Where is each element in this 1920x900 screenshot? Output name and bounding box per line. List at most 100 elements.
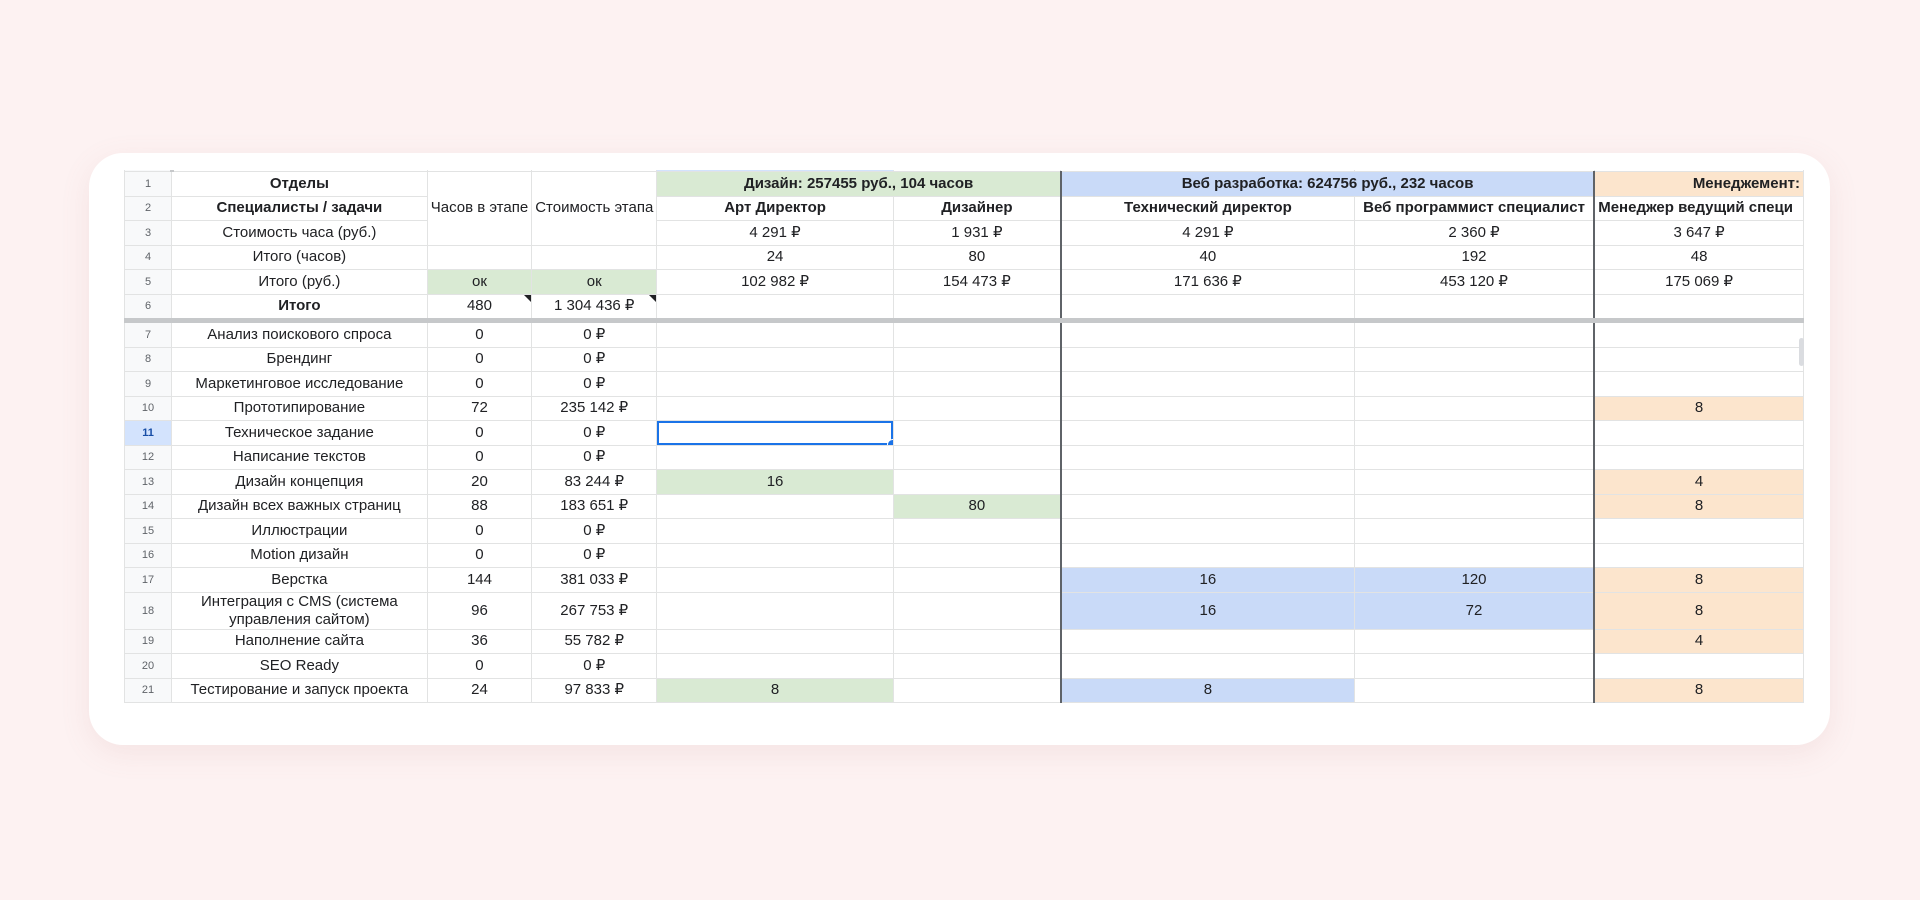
cell-manager-hours[interactable]: 8	[1593, 395, 1804, 421]
cell-web-dev-hours[interactable]	[1353, 444, 1595, 470]
cell-task-name[interactable]: Наполнение сайта	[171, 628, 428, 654]
row-number[interactable]: 5	[124, 269, 173, 295]
cell-designer-hours[interactable]	[892, 469, 1062, 495]
cell-hours-total[interactable]: 48	[1593, 244, 1804, 270]
cell-web-dev-hours[interactable]	[1353, 395, 1595, 421]
fill-handle[interactable]	[886, 438, 893, 445]
cell-specialists-label[interactable]: Специалисты / задачи	[171, 195, 428, 221]
cell-web-dev-hours[interactable]	[1353, 420, 1595, 446]
row-number[interactable]: 9	[124, 371, 173, 397]
cell-hours-total[interactable]: 80	[892, 244, 1062, 270]
cell-tech-director-hours[interactable]	[1059, 493, 1355, 519]
cell-web-dev-hours[interactable]: 72	[1353, 591, 1595, 630]
cell-web-dev-hours[interactable]: 120	[1353, 567, 1595, 593]
row-number[interactable]: 2	[124, 195, 173, 221]
cell-art-director-hours[interactable]	[656, 653, 894, 679]
cell-manager-hours[interactable]	[1593, 320, 1804, 348]
cell-tech-director-hours[interactable]	[1059, 628, 1355, 654]
cell-task-hours[interactable]: 0	[426, 653, 533, 679]
row-number[interactable]: 11	[124, 420, 173, 446]
cell-task-cost[interactable]: 0 ₽	[531, 518, 658, 544]
cell-specialist-name[interactable]: Менеджер ведущий специ	[1593, 195, 1804, 221]
cell-designer-hours[interactable]: 80	[892, 493, 1062, 519]
cell-manager-hours[interactable]	[1593, 444, 1804, 470]
cell-manager-hours[interactable]	[1593, 542, 1804, 568]
cell-tech-director-hours[interactable]: 16	[1059, 591, 1355, 630]
cell-empty[interactable]	[1353, 293, 1595, 323]
cell-art-director-hours[interactable]: 16	[656, 469, 894, 495]
cell-stage-cost-header[interactable]: Стоимость этапа	[531, 171, 658, 246]
cell-task-name[interactable]: Прототипирование	[171, 395, 428, 421]
row-number[interactable]: 19	[124, 628, 173, 654]
cell-task-cost[interactable]: 381 033 ₽	[531, 567, 658, 593]
cell-task-hours[interactable]: 144	[426, 567, 533, 593]
cell-rate[interactable]: 4 291 ₽	[656, 220, 894, 246]
cell-web-dev-hours[interactable]	[1353, 346, 1595, 372]
cell-tech-director-hours[interactable]	[1059, 320, 1355, 348]
cell-rate[interactable]: 1 931 ₽	[892, 220, 1062, 246]
cell-task-cost[interactable]: 0 ₽	[531, 420, 658, 446]
cell-specialist-name[interactable]: Технический директор	[1059, 195, 1355, 221]
cell-ok-hours[interactable]: ок	[426, 269, 533, 295]
cell-task-name[interactable]: Анализ поискового спроса	[171, 320, 428, 348]
cell-web-dev-hours[interactable]	[1353, 677, 1595, 703]
cell-rate[interactable]: 3 647 ₽	[1593, 220, 1804, 246]
cell-task-name[interactable]: Интеграция с CMS (система управления сай…	[171, 591, 428, 630]
cell-designer-hours[interactable]	[892, 395, 1062, 421]
cell-rub-total[interactable]: 453 120 ₽	[1353, 269, 1595, 295]
cell-web-group-header[interactable]: Веб разработка: 624756 руб., 232 часов	[1059, 171, 1595, 197]
cell-total-hours-label[interactable]: Итого (часов)	[171, 244, 428, 270]
cell-designer-hours[interactable]	[892, 653, 1062, 679]
cell-tech-director-hours[interactable]: 16	[1059, 567, 1355, 593]
cell-empty[interactable]	[892, 293, 1062, 323]
row-number[interactable]: 10	[124, 395, 173, 421]
cell-task-cost[interactable]: 55 782 ₽	[531, 628, 658, 654]
cell-art-director-hours[interactable]	[656, 628, 894, 654]
cell-total-label[interactable]: Итого	[171, 293, 428, 323]
cell-web-dev-hours[interactable]	[1353, 493, 1595, 519]
cell-task-cost[interactable]: 183 651 ₽	[531, 493, 658, 519]
cell-art-director-hours[interactable]	[656, 395, 894, 421]
cell-grand-total-cost[interactable]: 1 304 436 ₽	[531, 293, 658, 323]
cell-manager-hours[interactable]	[1593, 420, 1804, 446]
row-number[interactable]: 21	[124, 677, 173, 703]
cell-art-director-hours[interactable]	[656, 346, 894, 372]
cell-art-director-hours[interactable]	[656, 444, 894, 470]
cell-hours-total[interactable]: 192	[1353, 244, 1595, 270]
cell-task-hours[interactable]: 20	[426, 469, 533, 495]
cell-manager-hours[interactable]	[1593, 653, 1804, 679]
cell-designer-hours[interactable]	[892, 518, 1062, 544]
cell-hours-total[interactable]: 24	[656, 244, 894, 270]
cell-task-name[interactable]: Техническое задание	[171, 420, 428, 446]
cell-designer-hours[interactable]	[892, 420, 1062, 446]
cell-art-director-hours[interactable]	[656, 542, 894, 568]
cell-task-name[interactable]: Верстка	[171, 567, 428, 593]
cell-tech-director-hours[interactable]	[1059, 346, 1355, 372]
cell-task-cost[interactable]: 0 ₽	[531, 371, 658, 397]
cell-empty[interactable]	[656, 293, 894, 323]
cell-task-hours[interactable]: 0	[426, 320, 533, 348]
cell-task-name[interactable]: Дизайн всех важных страниц	[171, 493, 428, 519]
row-number[interactable]: 15	[124, 518, 173, 544]
cell-designer-hours[interactable]	[892, 591, 1062, 630]
row-number[interactable]: 7	[124, 320, 173, 348]
cell-task-name[interactable]: Маркетинговое исследование	[171, 371, 428, 397]
cell-task-hours[interactable]: 24	[426, 677, 533, 703]
cell-tech-director-hours[interactable]	[1059, 371, 1355, 397]
cell-designer-hours[interactable]	[892, 628, 1062, 654]
cell-art-director-hours[interactable]	[656, 591, 894, 630]
cell-task-hours[interactable]: 88	[426, 493, 533, 519]
cell-task-name[interactable]: Дизайн концепция	[171, 469, 428, 495]
cell-rate[interactable]: 2 360 ₽	[1353, 220, 1595, 246]
cell-art-director-hours[interactable]	[656, 420, 894, 446]
cell-art-director-hours[interactable]	[656, 371, 894, 397]
row-number[interactable]: 13	[124, 469, 173, 495]
row-number[interactable]: 18	[124, 591, 173, 630]
cell-designer-hours[interactable]	[892, 677, 1062, 703]
row-number[interactable]: 1	[124, 171, 173, 197]
cell-task-hours[interactable]: 0	[426, 371, 533, 397]
cell-specialist-name[interactable]: Дизайнер	[892, 195, 1062, 221]
cell-specialist-name[interactable]: Веб программист специалист	[1353, 195, 1595, 221]
cell-empty[interactable]	[426, 244, 533, 270]
cell-tech-director-hours[interactable]	[1059, 653, 1355, 679]
